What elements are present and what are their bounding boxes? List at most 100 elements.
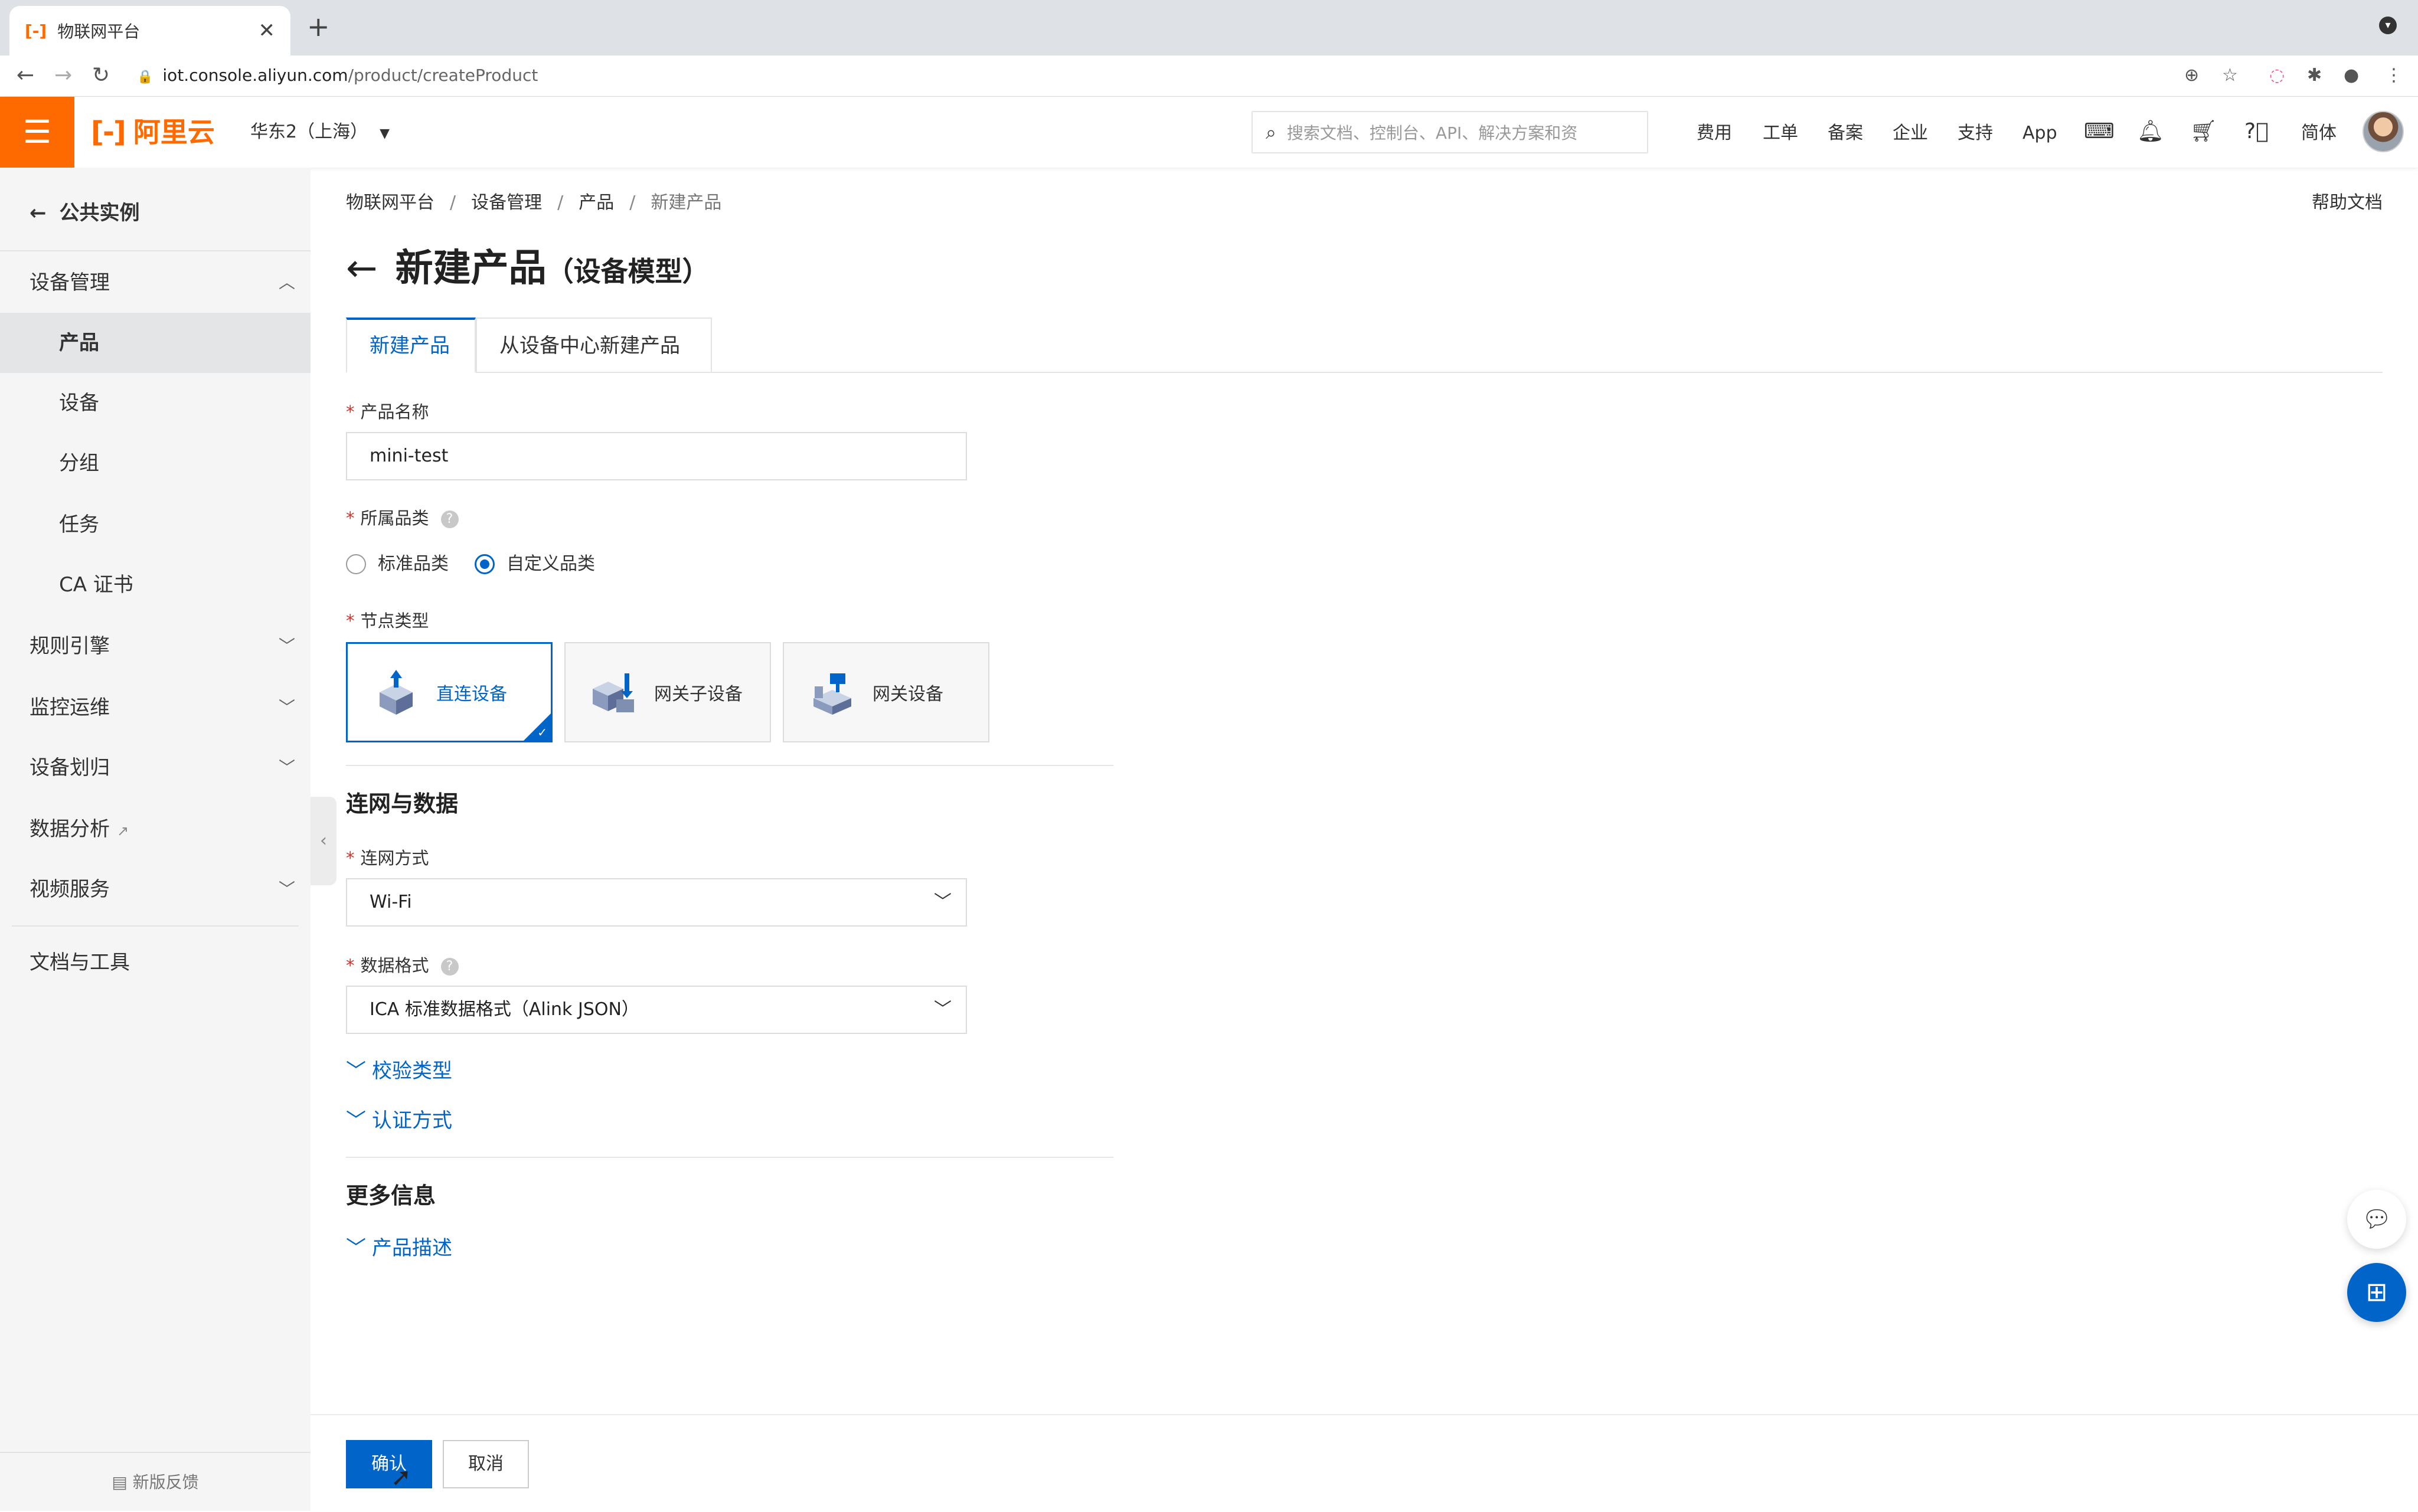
extensions-puzzle-icon[interactable]: ✱ (2307, 64, 2322, 87)
global-search[interactable]: ⌕ 搜索文档、控制台、API、解决方案和资 (1252, 111, 1648, 153)
mouse-pointer-icon: ➚ (391, 1462, 412, 1491)
sidebar-group-monitoring[interactable]: 监控运维 ﹀ (30, 693, 295, 722)
sidebar-item-group[interactable]: 分组 (0, 433, 311, 493)
apps-grid-icon[interactable]: ⊞ (2347, 1263, 2406, 1322)
breadcrumb-product[interactable]: 产品 (579, 192, 614, 213)
cart-icon[interactable]: 🛒︎ (2190, 118, 2217, 145)
browser-menu-icon[interactable]: ⋮ (2385, 64, 2403, 87)
question-icon[interactable]: ? (440, 958, 459, 976)
terminal-icon[interactable]: ⌨ (2084, 118, 2115, 145)
search-icon: ⌕ (1266, 120, 1276, 143)
sidebar-back-public-instance[interactable]: ← 公共实例 (30, 198, 140, 228)
sidebar-item-ca-cert[interactable]: CA 证书 (0, 555, 311, 615)
tab-new-product[interactable]: 新建产品 (346, 318, 476, 373)
extension-cat-icon[interactable]: ◌ (2269, 64, 2285, 87)
aliyun-logo[interactable]: [-] 阿里云 (91, 112, 215, 152)
help-docs-link[interactable]: 帮助文档 (2312, 190, 2383, 216)
bell-icon[interactable]: 🔔︎ (2137, 118, 2164, 145)
required-mark: * (346, 848, 355, 868)
product-name-input[interactable]: mini-test (346, 432, 967, 480)
network-select-value: Wi-Fi (370, 892, 412, 912)
region-selector[interactable]: 华东2（上海） ▼ (250, 120, 390, 146)
chevron-down-icon: ﹀ (934, 892, 952, 912)
sidebar-item-data-analysis[interactable]: 数据分析 ↗ (30, 814, 295, 846)
chat-icon[interactable]: 💬︎ (2347, 1190, 2406, 1249)
network-select[interactable]: Wi-Fi ﹀ (346, 878, 967, 927)
radio-label-custom[interactable]: 自定义品类 (507, 552, 595, 576)
radio-standard-category[interactable] (346, 554, 366, 574)
product-name-label: * 产品名称 (346, 400, 429, 424)
auth-method-label: 认证方式 (372, 1109, 452, 1133)
section-divider (346, 1157, 1113, 1158)
tab-from-device-center[interactable]: 从设备中心新建产品 (476, 318, 712, 373)
topnav-fees[interactable]: 费用 (1697, 122, 1732, 145)
data-format-select[interactable]: ICA 标准数据格式（Alink JSON） ﹀ (346, 986, 967, 1034)
verify-type-toggle[interactable]: ﹀ 校验类型 (346, 1056, 452, 1086)
sidebar-group-rule-engine[interactable]: 规则引擎 ﹀ (30, 631, 295, 661)
sidebar-item-product[interactable]: 产品 (0, 313, 311, 373)
topnav-icp[interactable]: 备案 (1828, 122, 1863, 145)
back-arrow-icon[interactable]: ← (346, 247, 378, 290)
page-subtitle: （设备模型） (546, 256, 710, 287)
aliyun-favicon-icon: [-] (25, 21, 47, 41)
breadcrumb-current: 新建产品 (651, 192, 722, 213)
profile-icon[interactable]: ● (2344, 64, 2359, 87)
cancel-button[interactable]: 取消 (443, 1440, 529, 1488)
help-icon[interactable]: ?⃝ (2244, 118, 2269, 145)
product-desc-label: 产品描述 (372, 1236, 452, 1260)
chevron-up-icon: ︿ (278, 273, 295, 292)
sidebar-collapse-handle[interactable]: ‹ (311, 797, 336, 885)
hamburger-menu-icon[interactable]: ☰ (0, 97, 74, 168)
sidebar-item-docs-tools[interactable]: 文档与工具 (30, 948, 295, 977)
section-divider (346, 765, 1113, 766)
bookmark-star-icon[interactable]: ☆ (2222, 64, 2238, 87)
user-avatar[interactable] (2363, 111, 2404, 152)
confirm-button[interactable]: 确认 (346, 1440, 432, 1488)
tab-search-icon[interactable]: ▾ (2379, 17, 2397, 34)
page-title: ← 新建产品（设备模型） (346, 242, 710, 298)
browser-tab[interactable]: [-] 物联网平台 ✕ (9, 6, 290, 55)
back-icon[interactable]: ← (17, 63, 34, 89)
sidebar-item-task[interactable]: 任务 (0, 495, 311, 555)
breadcrumb-device-mgmt[interactable]: 设备管理 (471, 192, 542, 213)
label-text: 数据格式 (360, 955, 429, 976)
page-title-text: 新建产品 (395, 247, 547, 290)
auth-method-toggle[interactable]: ﹀ 认证方式 (346, 1106, 452, 1135)
question-icon[interactable]: ? (440, 510, 459, 528)
sidebar-group-device-management[interactable]: 设备管理 ︿ (30, 268, 295, 297)
breadcrumb-iot[interactable]: 物联网平台 (346, 192, 434, 213)
required-mark: * (346, 955, 355, 976)
topnav-app[interactable]: App (2022, 122, 2057, 145)
reload-icon[interactable]: ↻ (92, 63, 110, 89)
topnav-support[interactable]: 支持 (1958, 122, 1993, 145)
radio-custom-category[interactable] (475, 554, 495, 574)
radio-label-standard[interactable]: 标准品类 (378, 552, 449, 576)
required-mark: * (346, 402, 355, 422)
node-type-gateway-sub-device[interactable]: 网关子设备 (564, 642, 771, 742)
url-host: iot.console.aliyun.com (162, 66, 348, 85)
node-type-gateway-device[interactable]: 网关设备 (783, 642, 989, 742)
category-label: * 所属品类? (346, 506, 459, 530)
node-type-label-gateway-sub: 网关子设备 (654, 684, 743, 705)
sidebar-group-video[interactable]: 视频服务 ﹀ (30, 875, 295, 904)
feedback-button[interactable]: ▤ 新版反馈 (0, 1452, 311, 1511)
url-field[interactable]: 🔒 iot.console.aliyun.com/product/createPr… (137, 64, 538, 89)
topnav-enterprise[interactable]: 企业 (1893, 122, 1928, 145)
console-topbar: ☰ [-] 阿里云 华东2（上海） ▼ ⌕ 搜索文档、控制台、API、解决方案和资 … (0, 97, 2418, 168)
chevron-down-icon: ﹀ (346, 1236, 366, 1260)
close-tab-icon[interactable]: ✕ (259, 19, 276, 42)
new-tab-icon[interactable]: + (307, 13, 330, 40)
zoom-icon[interactable]: ⊕ (2184, 64, 2199, 87)
product-desc-toggle[interactable]: ﹀ 产品描述 (346, 1233, 452, 1263)
sidebar-group-label: 规则引擎 (30, 634, 110, 658)
sidebar-item-device[interactable]: 设备 (0, 373, 311, 433)
chevron-down-icon: ﹀ (346, 1059, 366, 1083)
chevron-down-icon: ﹀ (934, 999, 952, 1020)
forward-icon[interactable]: → (54, 63, 72, 89)
breadcrumb: 物联网平台 / 设备管理 / 产品 / 新建产品 (346, 192, 722, 213)
node-type-direct-device[interactable]: 直连设备 ✓ (346, 642, 553, 742)
language-switch[interactable]: 简体 (2301, 122, 2337, 145)
topnav-tickets[interactable]: 工单 (1763, 122, 1798, 145)
verify-type-label: 校验类型 (372, 1059, 452, 1083)
sidebar-group-device-assign[interactable]: 设备划归 ﹀ (30, 753, 295, 783)
